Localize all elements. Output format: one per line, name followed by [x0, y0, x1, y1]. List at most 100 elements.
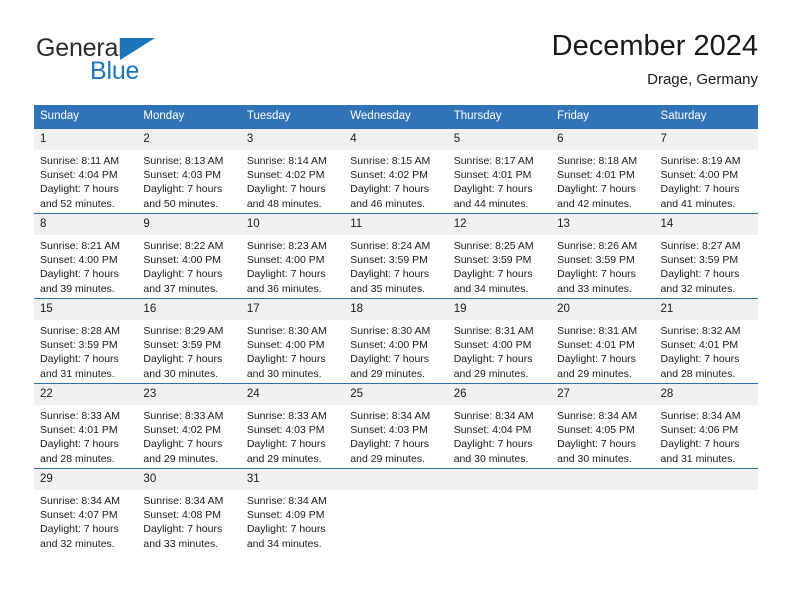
day-cell-empty	[654, 468, 758, 553]
daylight-line1: Daylight: 7 hours	[143, 268, 223, 281]
sunrise-text: Sunrise: 8:33 AM	[143, 410, 224, 422]
daylight-line1: Daylight: 7 hours	[350, 353, 430, 366]
day-number	[551, 469, 655, 490]
day-number: 16	[137, 299, 241, 320]
daylight-line2: and 28 minutes.	[660, 367, 736, 380]
day-cell[interactable]: 26 Sunrise: 8:34 AM Sunset: 4:04 PM Dayl…	[447, 383, 552, 469]
day-cell[interactable]: 2 Sunrise: 8:13 AM Sunset: 4:03 PM Dayli…	[137, 128, 241, 214]
day-cell[interactable]: 10 Sunrise: 8:23 AM Sunset: 4:00 PM Dayl…	[240, 213, 345, 299]
daylight-line2: and 29 minutes.	[350, 452, 425, 465]
day-cell[interactable]: 4 Sunrise: 8:15 AM Sunset: 4:02 PM Dayli…	[344, 128, 448, 214]
day-cell[interactable]: 7 Sunrise: 8:19 AM Sunset: 4:00 PM Dayli…	[654, 128, 758, 214]
daylight-line2: and 46 minutes.	[350, 197, 425, 210]
day-cell[interactable]: 28 Sunrise: 8:34 AM Sunset: 4:06 PM Dayl…	[654, 383, 758, 469]
general-blue-logo[interactable]: General Blue	[34, 34, 234, 90]
day-number: 20	[551, 299, 655, 320]
sunrise-text: Sunrise: 8:34 AM	[143, 495, 224, 507]
day-number: 28	[654, 384, 758, 405]
weekday-header-monday: Monday	[137, 105, 241, 129]
sunrise-text: Sunrise: 8:29 AM	[143, 325, 224, 337]
day-cell[interactable]: 6 Sunrise: 8:18 AM Sunset: 4:01 PM Dayli…	[551, 128, 655, 214]
calendar-header-row: Sunday Monday Tuesday Wednesday Thursday…	[34, 105, 758, 129]
day-cell-empty	[447, 468, 552, 553]
day-cell[interactable]: 22 Sunrise: 8:33 AM Sunset: 4:01 PM Dayl…	[34, 383, 138, 469]
day-cell[interactable]: 27 Sunrise: 8:34 AM Sunset: 4:05 PM Dayl…	[551, 383, 655, 469]
sunset-text: Sunset: 4:00 PM	[246, 254, 325, 267]
day-number: 7	[654, 129, 758, 150]
day-details: Sunrise: 8:30 AM Sunset: 4:00 PM Dayligh…	[344, 320, 447, 381]
day-number: 31	[240, 469, 345, 490]
day-cell[interactable]: 5 Sunrise: 8:17 AM Sunset: 4:01 PM Dayli…	[447, 128, 552, 214]
day-details: Sunrise: 8:34 AM Sunset: 4:04 PM Dayligh…	[448, 405, 551, 466]
daylight-line1: Daylight: 7 hours	[453, 268, 533, 281]
daylight-line2: and 29 minutes.	[453, 367, 529, 380]
day-number: 23	[137, 384, 241, 405]
day-number: 1	[34, 129, 138, 150]
calendar-week-row: 1 Sunrise: 8:11 AM Sunset: 4:04 PM Dayli…	[34, 128, 758, 214]
daylight-line2: and 32 minutes.	[660, 282, 736, 295]
day-details: Sunrise: 8:27 AM Sunset: 3:59 PM Dayligh…	[655, 235, 758, 296]
day-number: 18	[344, 299, 448, 320]
daylight-line2: and 44 minutes.	[453, 197, 529, 210]
sunrise-text: Sunrise: 8:31 AM	[557, 325, 638, 337]
daylight-line1: Daylight: 7 hours	[40, 523, 119, 536]
daylight-line2: and 33 minutes.	[143, 537, 219, 550]
day-cell[interactable]: 23 Sunrise: 8:33 AM Sunset: 4:02 PM Dayl…	[137, 383, 241, 469]
day-details: Sunrise: 8:24 AM Sunset: 3:59 PM Dayligh…	[344, 235, 447, 296]
day-cell[interactable]: 18 Sunrise: 8:30 AM Sunset: 4:00 PM Dayl…	[344, 298, 448, 384]
sunset-text: Sunset: 4:00 PM	[40, 254, 118, 267]
daylight-line1: Daylight: 7 hours	[246, 268, 326, 281]
day-cell[interactable]: 19 Sunrise: 8:31 AM Sunset: 4:00 PM Dayl…	[447, 298, 552, 384]
sunrise-text: Sunrise: 8:24 AM	[350, 240, 431, 252]
day-cell[interactable]: 1 Sunrise: 8:11 AM Sunset: 4:04 PM Dayli…	[34, 128, 138, 214]
sunrise-text: Sunrise: 8:18 AM	[557, 155, 638, 167]
day-details: Sunrise: 8:34 AM Sunset: 4:09 PM Dayligh…	[241, 490, 344, 551]
day-cell[interactable]: 9 Sunrise: 8:22 AM Sunset: 4:00 PM Dayli…	[137, 213, 241, 299]
day-cell[interactable]: 15 Sunrise: 8:28 AM Sunset: 3:59 PM Dayl…	[34, 298, 138, 384]
day-cell[interactable]: 13 Sunrise: 8:26 AM Sunset: 3:59 PM Dayl…	[551, 213, 655, 299]
daylight-line1: Daylight: 7 hours	[143, 183, 223, 196]
daylight-line1: Daylight: 7 hours	[660, 438, 740, 451]
sunrise-text: Sunrise: 8:21 AM	[40, 240, 120, 252]
day-number: 2	[137, 129, 241, 150]
daylight-line2: and 30 minutes.	[246, 367, 322, 380]
day-cell[interactable]: 3 Sunrise: 8:14 AM Sunset: 4:02 PM Dayli…	[240, 128, 345, 214]
sunset-text: Sunset: 3:59 PM	[40, 339, 118, 352]
day-details: Sunrise: 8:32 AM Sunset: 4:01 PM Dayligh…	[655, 320, 758, 381]
day-cell[interactable]: 31 Sunrise: 8:34 AM Sunset: 4:09 PM Dayl…	[240, 468, 345, 553]
daylight-line2: and 34 minutes.	[246, 537, 322, 550]
day-cell[interactable]: 8 Sunrise: 8:21 AM Sunset: 4:00 PM Dayli…	[34, 213, 138, 299]
day-cell[interactable]: 21 Sunrise: 8:32 AM Sunset: 4:01 PM Dayl…	[654, 298, 758, 384]
calendar-week-row: 22 Sunrise: 8:33 AM Sunset: 4:01 PM Dayl…	[34, 383, 758, 469]
day-cell[interactable]: 17 Sunrise: 8:30 AM Sunset: 4:00 PM Dayl…	[240, 298, 345, 384]
day-cell[interactable]: 24 Sunrise: 8:33 AM Sunset: 4:03 PM Dayl…	[240, 383, 345, 469]
day-cell[interactable]: 29 Sunrise: 8:34 AM Sunset: 4:07 PM Dayl…	[34, 468, 138, 553]
day-details: Sunrise: 8:34 AM Sunset: 4:05 PM Dayligh…	[551, 405, 654, 466]
weekday-header-wednesday: Wednesday	[344, 105, 448, 129]
daylight-line1: Daylight: 7 hours	[453, 353, 533, 366]
daylight-line1: Daylight: 7 hours	[143, 353, 223, 366]
sunset-text: Sunset: 4:02 PM	[350, 169, 428, 182]
day-cell[interactable]: 20 Sunrise: 8:31 AM Sunset: 4:01 PM Dayl…	[551, 298, 655, 384]
day-cell[interactable]: 16 Sunrise: 8:29 AM Sunset: 3:59 PM Dayl…	[137, 298, 241, 384]
sunset-text: Sunset: 3:59 PM	[660, 254, 739, 267]
day-cell[interactable]: 14 Sunrise: 8:27 AM Sunset: 3:59 PM Dayl…	[654, 213, 758, 299]
day-cell[interactable]: 30 Sunrise: 8:34 AM Sunset: 4:08 PM Dayl…	[137, 468, 241, 553]
daylight-line2: and 29 minutes.	[557, 367, 632, 380]
daylight-line2: and 30 minutes.	[143, 367, 219, 380]
day-cell[interactable]: 12 Sunrise: 8:25 AM Sunset: 3:59 PM Dayl…	[447, 213, 552, 299]
sunset-text: Sunset: 4:03 PM	[246, 424, 325, 437]
daylight-line2: and 35 minutes.	[350, 282, 425, 295]
daylight-line1: Daylight: 7 hours	[246, 438, 326, 451]
day-details: Sunrise: 8:33 AM Sunset: 4:01 PM Dayligh…	[34, 405, 137, 466]
day-cell[interactable]: 11 Sunrise: 8:24 AM Sunset: 3:59 PM Dayl…	[344, 213, 448, 299]
day-number: 11	[344, 214, 448, 235]
daylight-line1: Daylight: 7 hours	[246, 523, 326, 536]
sunrise-text: Sunrise: 8:32 AM	[660, 325, 741, 337]
sunrise-text: Sunrise: 8:15 AM	[350, 155, 431, 167]
day-cell[interactable]: 25 Sunrise: 8:34 AM Sunset: 4:03 PM Dayl…	[344, 383, 448, 469]
weekday-header-saturday: Saturday	[654, 105, 758, 129]
daylight-line2: and 33 minutes.	[557, 282, 632, 295]
sunrise-text: Sunrise: 8:34 AM	[246, 495, 327, 507]
day-details: Sunrise: 8:30 AM Sunset: 4:00 PM Dayligh…	[241, 320, 344, 381]
